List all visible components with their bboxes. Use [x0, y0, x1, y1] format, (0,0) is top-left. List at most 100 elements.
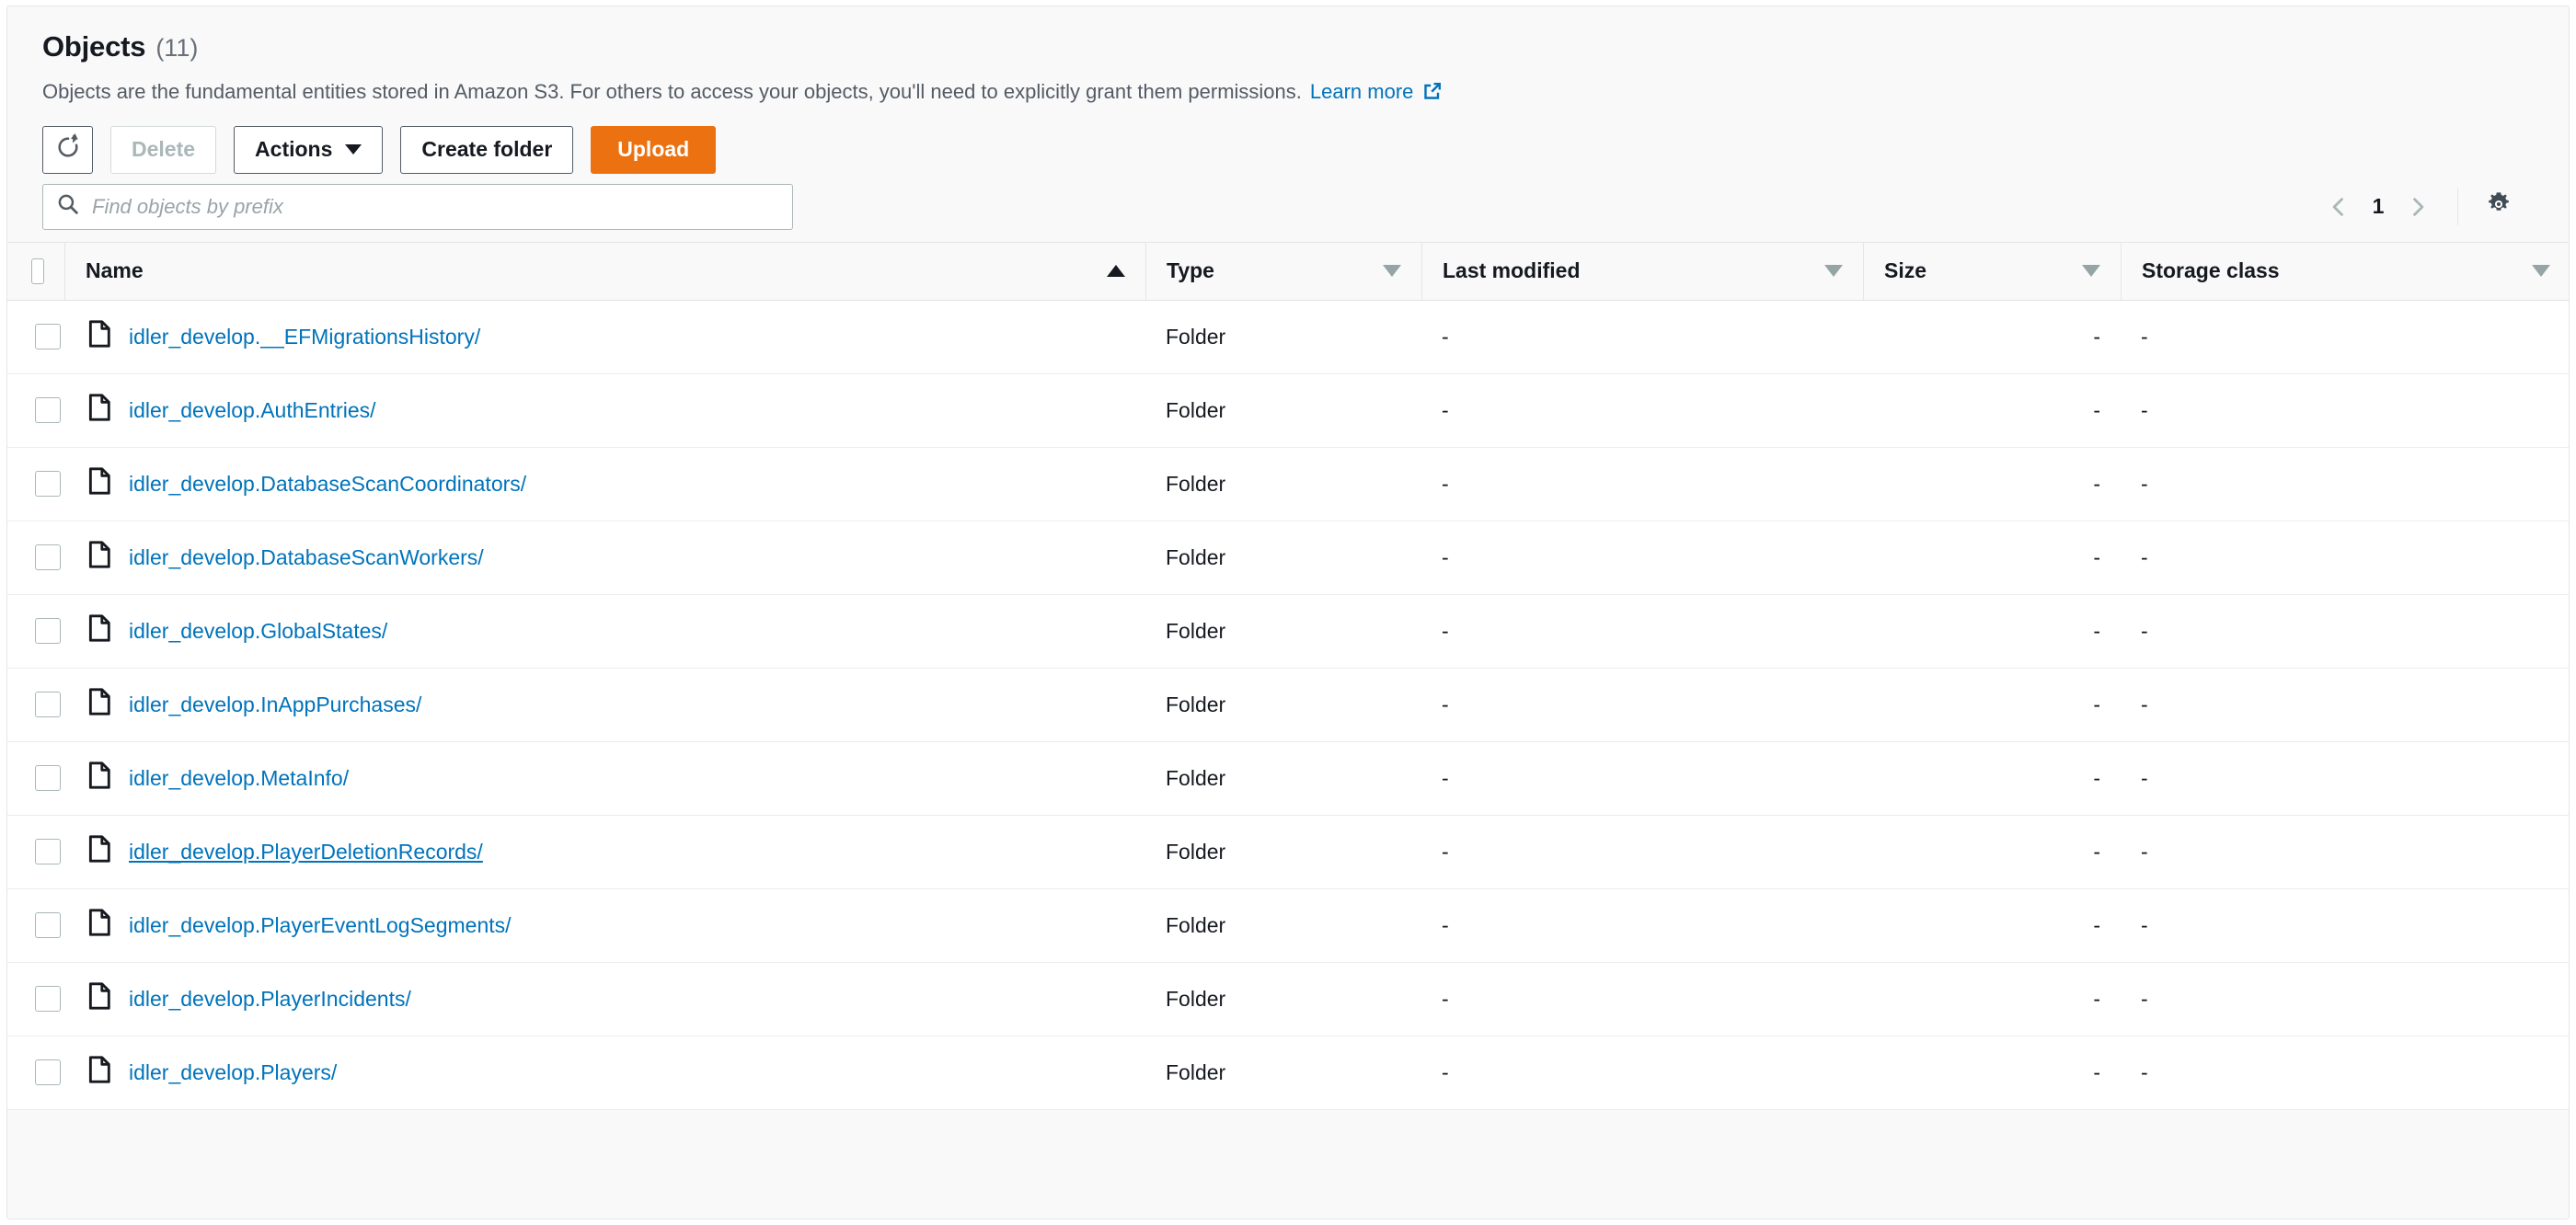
table-header-size-label: Size: [1884, 258, 1927, 283]
row-type-cell: Folder: [1166, 324, 1226, 349]
external-link-icon: [1421, 80, 1443, 109]
row-storage-class-cell: -: [2141, 986, 2148, 1011]
row-checkbox-cell: [7, 1036, 64, 1109]
row-checkbox[interactable]: [35, 618, 61, 645]
row-last-modified-cell: -: [1442, 912, 1449, 937]
search-row: 1: [42, 183, 2534, 242]
row-checkbox[interactable]: [35, 471, 61, 498]
object-name-link[interactable]: idler_develop.DatabaseScanCoordinators/: [129, 472, 526, 497]
folder-object-icon: [88, 909, 112, 942]
row-storage-class-cell: -: [2141, 1059, 2148, 1084]
object-name-link[interactable]: idler_develop.PlayerDeletionRecords/: [129, 840, 483, 864]
table-header-last-modified[interactable]: Last modified: [1421, 241, 1863, 301]
table-row: idler_develop.AuthEntries/Folder - - -: [7, 373, 2569, 448]
preferences-button[interactable]: [2478, 187, 2519, 227]
row-name-cell: idler_develop.GlobalStates/: [64, 594, 1145, 668]
triangle-down-outline-icon: [2082, 265, 2100, 278]
row-size-cell: -: [2093, 324, 2100, 349]
row-name-cell: idler_develop.InAppPurchases/: [64, 668, 1145, 741]
pagination-next-button[interactable]: [2397, 186, 2439, 228]
row-name-cell: idler_develop.MetaInfo/: [64, 741, 1145, 815]
pagination: 1: [2317, 184, 2534, 230]
table-header-storage-class-label: Storage class: [2142, 258, 2280, 283]
row-storage-class-cell: -: [2141, 839, 2148, 864]
row-type-cell: Folder: [1166, 397, 1226, 422]
object-name-link[interactable]: idler_develop.GlobalStates/: [129, 619, 387, 644]
row-checkbox[interactable]: [35, 544, 61, 571]
folder-object-icon: [88, 1056, 112, 1089]
folder-object-icon: [88, 614, 112, 647]
pagination-page-1[interactable]: 1: [2360, 194, 2397, 219]
row-checkbox[interactable]: [35, 397, 61, 424]
object-name-link[interactable]: idler_develop.Players/: [129, 1060, 337, 1085]
object-name-link[interactable]: idler_develop.PlayerEventLogSegments/: [129, 913, 512, 938]
row-last-modified-cell: -: [1442, 765, 1449, 790]
row-checkbox[interactable]: [35, 324, 61, 350]
row-size-cell: -: [2093, 1059, 2100, 1084]
row-storage-class-cell: -: [2141, 471, 2148, 496]
table-header-type-label: Type: [1167, 258, 1214, 283]
row-checkbox[interactable]: [35, 1059, 61, 1086]
delete-button[interactable]: Delete: [110, 125, 217, 174]
row-checkbox-cell: [7, 521, 64, 594]
upload-button-label: Upload: [617, 137, 690, 162]
row-size-cell: -: [2093, 765, 2100, 790]
row-size-cell: -: [2093, 839, 2100, 864]
row-type-cell: Folder: [1166, 544, 1226, 569]
triangle-down-outline-icon: [2532, 265, 2550, 278]
table-header-size[interactable]: Size: [1863, 241, 2121, 301]
object-name-link[interactable]: idler_develop.PlayerIncidents/: [129, 987, 411, 1012]
object-name-link[interactable]: idler_develop.DatabaseScanWorkers/: [129, 545, 484, 570]
row-last-modified-cell: -: [1442, 1059, 1449, 1084]
row-type-cell: Folder: [1166, 912, 1226, 937]
row-checkbox[interactable]: [35, 986, 61, 1013]
table-header-name-label: Name: [86, 258, 144, 283]
table-header-type[interactable]: Type: [1145, 241, 1421, 301]
row-type-cell: Folder: [1166, 471, 1226, 496]
folder-object-icon: [88, 761, 112, 795]
row-checkbox[interactable]: [35, 912, 61, 939]
row-checkbox-cell: [7, 962, 64, 1036]
search-box[interactable]: [42, 183, 793, 230]
object-name-link[interactable]: idler_develop.__EFMigrationsHistory/: [129, 325, 480, 349]
table-row: idler_develop.DatabaseScanWorkers/Folder…: [7, 521, 2569, 595]
row-checkbox-cell: [7, 594, 64, 668]
row-storage-class-cell: -: [2141, 324, 2148, 349]
pagination-prev-button[interactable]: [2317, 186, 2360, 228]
search-input[interactable]: [92, 194, 779, 219]
row-checkbox[interactable]: [35, 692, 61, 718]
row-last-modified-cell: -: [1442, 397, 1449, 422]
refresh-button[interactable]: [42, 125, 93, 174]
object-name-link[interactable]: idler_develop.AuthEntries/: [129, 398, 376, 423]
row-checkbox-cell: [7, 300, 64, 373]
table-row: idler_develop.Players/Folder - - -: [7, 1036, 2569, 1110]
select-all-checkbox[interactable]: [31, 258, 44, 284]
search-icon: [56, 192, 80, 221]
table-header-storage-class[interactable]: Storage class: [2121, 241, 2569, 301]
object-count: (11): [155, 34, 199, 62]
create-folder-button-label: Create folder: [421, 137, 553, 162]
row-storage-class-cell: -: [2141, 692, 2148, 716]
row-last-modified-cell: -: [1442, 986, 1449, 1011]
upload-button[interactable]: Upload: [591, 125, 717, 174]
create-folder-button[interactable]: Create folder: [400, 125, 574, 174]
row-name-cell: idler_develop.Players/: [64, 1036, 1145, 1109]
row-checkbox-cell: [7, 888, 64, 962]
row-type-cell: Folder: [1166, 618, 1226, 643]
row-checkbox-cell: [7, 668, 64, 741]
folder-object-icon: [88, 320, 112, 353]
row-checkbox[interactable]: [35, 839, 61, 865]
row-type-cell: Folder: [1166, 765, 1226, 790]
object-name-link[interactable]: idler_develop.MetaInfo/: [129, 766, 349, 791]
object-name-link[interactable]: idler_develop.InAppPurchases/: [129, 693, 421, 717]
table-header-name[interactable]: Name: [64, 241, 1145, 301]
row-storage-class-cell: -: [2141, 618, 2148, 643]
objects-table-body: idler_develop.__EFMigrationsHistory/Fold…: [7, 300, 2569, 1110]
row-checkbox-cell: [7, 447, 64, 521]
actions-button[interactable]: Actions: [234, 125, 384, 174]
row-checkbox[interactable]: [35, 765, 61, 792]
table-row: idler_develop.InAppPurchases/Folder - - -: [7, 668, 2569, 742]
table-row: idler_develop.__EFMigrationsHistory/Fold…: [7, 300, 2569, 374]
learn-more-link[interactable]: Learn more: [1310, 78, 1414, 106]
panel-title-row: Objects (11): [42, 30, 2534, 67]
